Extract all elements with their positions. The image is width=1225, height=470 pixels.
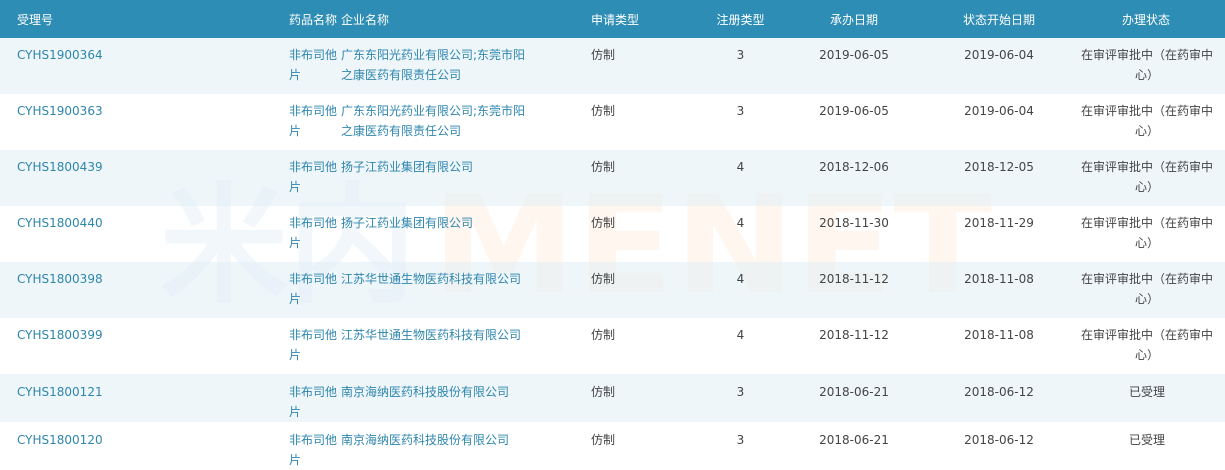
registration-type: 4 — [736, 216, 745, 230]
table-row: CYHS1800121 非布司他片 南京海纳医药科技股份有限公司 仿制 3 2018-06… — [0, 374, 1225, 422]
drug-name-link[interactable]: 非布司他片 — [136, 38, 341, 94]
table-row: CYHS1900364 非布司他片 广东东阳光药业有限公司;东莞市阳之康医药有限责任… — [0, 38, 1225, 94]
table-header: 受理号 药品名称 企业名称 申请类型 注册类型 承办日期 状态开始日期 办理状态 — [0, 0, 1225, 38]
undertake-date: 2019-06-05 — [819, 104, 889, 118]
registration-type: 4 — [736, 272, 745, 286]
undertake-date: 2018-11-12 — [819, 328, 889, 342]
table-row: CYHS1800440 非布司他片 扬子江药业集团有限公司 仿制 4 2018-11-30… — [0, 206, 1225, 262]
undertake-date: 2018-12-06 — [819, 160, 889, 174]
status-start-date: 2018-11-08 — [964, 272, 1034, 286]
company-link[interactable]: 扬子江药业集团有限公司 — [341, 206, 591, 262]
status: 在审评审批中（在药审中心） — [1080, 48, 1213, 82]
table-row: CYHS1800398 非布司他片 江苏华世通生物医药科技有限公司 仿制 4 2018-1… — [0, 262, 1225, 318]
application-type: 仿制 — [591, 160, 616, 174]
col-header-registration-type[interactable]: 注册类型 — [704, 0, 777, 38]
company-link[interactable]: 扬子江药业集团有限公司 — [341, 150, 591, 206]
acceptance-no-link[interactable]: CYHS1900364 — [0, 38, 136, 94]
company-link[interactable]: 南京海纳医药科技股份有限公司 — [341, 374, 591, 422]
status-start-date: 2018-06-12 — [964, 433, 1034, 447]
table-row: CYHS1800439 非布司他片 扬子江药业集团有限公司 仿制 4 2018-12-06… — [0, 150, 1225, 206]
company-link[interactable]: 南京海纳医药科技股份有限公司 — [341, 422, 591, 470]
application-type: 仿制 — [591, 272, 616, 286]
application-type: 仿制 — [591, 433, 616, 447]
status: 在审评审批中（在药审中心） — [1080, 216, 1213, 250]
drug-name-link[interactable]: 非布司他片 — [136, 206, 341, 262]
application-type: 仿制 — [591, 104, 616, 118]
application-type: 仿制 — [591, 328, 616, 342]
undertake-date: 2018-06-21 — [819, 385, 889, 399]
registration-type: 3 — [736, 104, 745, 118]
company-name[interactable]: 南京海纳医药科技股份有限公司 — [341, 430, 536, 450]
acceptance-no-link[interactable]: CYHS1800398 — [0, 262, 136, 318]
acceptance-no-link[interactable]: CYHS1800120 — [0, 422, 136, 470]
application-type: 仿制 — [591, 48, 616, 62]
drug-name-link[interactable]: 非布司他片 — [136, 94, 341, 150]
status: 在审评审批中（在药审中心） — [1080, 160, 1213, 194]
status-start-date: 2018-06-12 — [964, 385, 1034, 399]
col-header-drug-name[interactable]: 药品名称 — [136, 0, 341, 38]
col-header-status[interactable]: 办理状态 — [1067, 0, 1225, 38]
table-row: CYHS1900363 非布司他片 广东东阳光药业有限公司;东莞市阳之康医药有限责任… — [0, 94, 1225, 150]
company-link[interactable]: 广东东阳光药业有限公司;东莞市阳之康医药有限责任公司 — [341, 38, 591, 94]
acceptance-no-link[interactable]: CYHS1800439 — [0, 150, 136, 206]
company-link[interactable]: 江苏华世通生物医药科技有限公司 — [341, 318, 591, 374]
company-name[interactable]: 扬子江药业集团有限公司 — [341, 157, 536, 177]
status: 已受理 — [1128, 433, 1165, 447]
undertake-date: 2018-06-21 — [819, 433, 889, 447]
status: 在审评审批中（在药审中心） — [1080, 272, 1213, 306]
status-start-date: 2019-06-04 — [964, 48, 1034, 62]
table-row: CYHS1800399 非布司他片 江苏华世通生物医药科技有限公司 仿制 4 2018-1… — [0, 318, 1225, 374]
drug-name-link[interactable]: 非布司他片 — [136, 318, 341, 374]
company-name[interactable]: 南京海纳医药科技股份有限公司 — [341, 382, 536, 402]
col-header-application-type[interactable]: 申请类型 — [591, 0, 704, 38]
drug-name-link[interactable]: 非布司他片 — [136, 262, 341, 318]
status-start-date: 2018-11-08 — [964, 328, 1034, 342]
company-name[interactable]: 广东东阳光药业有限公司;东莞市阳之康医药有限责任公司 — [341, 45, 536, 85]
col-header-status-start-date[interactable]: 状态开始日期 — [931, 0, 1067, 38]
company-name[interactable]: 扬子江药业集团有限公司 — [341, 213, 536, 233]
drug-name-link[interactable]: 非布司他片 — [136, 422, 341, 470]
col-header-acceptance-no[interactable]: 受理号 — [0, 0, 136, 38]
status: 已受理 — [1128, 385, 1165, 399]
company-name[interactable]: 江苏华世通生物医药科技有限公司 — [341, 325, 536, 345]
status: 在审评审批中（在药审中心） — [1080, 104, 1213, 138]
status: 在审评审批中（在药审中心） — [1080, 328, 1213, 362]
status-start-date: 2018-12-05 — [964, 160, 1034, 174]
registration-type: 4 — [736, 328, 745, 342]
table-row: CYHS1800120 非布司他片 南京海纳医药科技股份有限公司 仿制 3 2018-06… — [0, 422, 1225, 470]
registration-table: 受理号 药品名称 企业名称 申请类型 注册类型 承办日期 状态开始日期 办理状态… — [0, 0, 1225, 470]
drug-name-link[interactable]: 非布司他片 — [136, 374, 341, 422]
acceptance-no-link[interactable]: CYHS1900363 — [0, 94, 136, 150]
company-link[interactable]: 江苏华世通生物医药科技有限公司 — [341, 262, 591, 318]
application-type: 仿制 — [591, 216, 616, 230]
col-header-undertake-date[interactable]: 承办日期 — [777, 0, 931, 38]
drug-name-link[interactable]: 非布司他片 — [136, 150, 341, 206]
acceptance-no-link[interactable]: CYHS1800121 — [0, 374, 136, 422]
registration-type: 3 — [736, 48, 745, 62]
registration-type: 4 — [736, 160, 745, 174]
acceptance-no-link[interactable]: CYHS1800399 — [0, 318, 136, 374]
acceptance-no-link[interactable]: CYHS1800440 — [0, 206, 136, 262]
application-type: 仿制 — [591, 385, 616, 399]
undertake-date: 2019-06-05 — [819, 48, 889, 62]
col-header-company[interactable]: 企业名称 — [341, 0, 591, 38]
company-name[interactable]: 江苏华世通生物医药科技有限公司 — [341, 269, 536, 289]
registration-type: 3 — [736, 385, 745, 399]
undertake-date: 2018-11-12 — [819, 272, 889, 286]
undertake-date: 2018-11-30 — [819, 216, 889, 230]
status-start-date: 2018-11-29 — [964, 216, 1034, 230]
status-start-date: 2019-06-04 — [964, 104, 1034, 118]
company-link[interactable]: 广东东阳光药业有限公司;东莞市阳之康医药有限责任公司 — [341, 94, 591, 150]
company-name[interactable]: 广东东阳光药业有限公司;东莞市阳之康医药有限责任公司 — [341, 101, 536, 141]
registration-type: 3 — [736, 433, 745, 447]
